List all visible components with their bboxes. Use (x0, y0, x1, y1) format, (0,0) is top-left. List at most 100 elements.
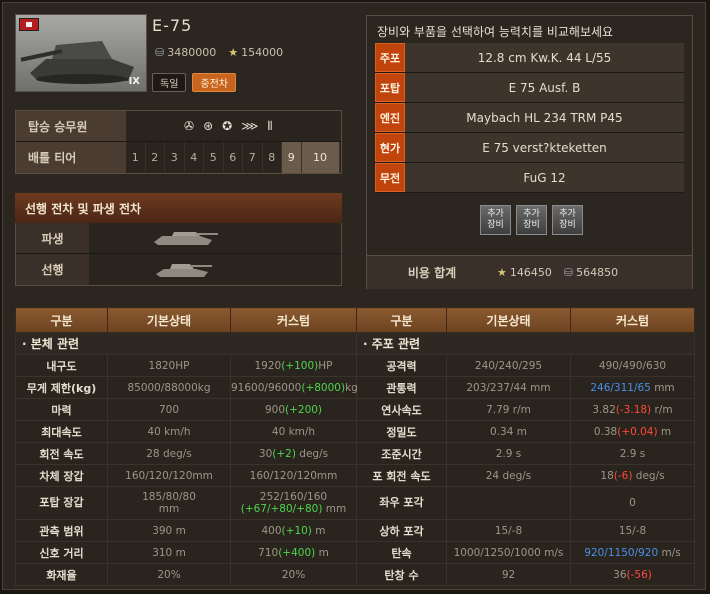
predecessor-tank-icon[interactable] (150, 261, 220, 279)
module-key: 포탑 (375, 73, 405, 102)
module-value[interactable]: E 75 verst?kteketten (405, 133, 684, 162)
module-row-gun[interactable]: 주포 12.8 cm Kw.K. 44 L/55 (375, 43, 684, 73)
stat-label: 조준시간 (356, 442, 447, 465)
tier-item: 5 (204, 142, 224, 173)
tier-item-active: 10 (301, 142, 340, 173)
col-category: 구분 (15, 307, 108, 333)
tier-list: 1 2 3 4 5 6 7 8 9 10 (126, 142, 341, 173)
stat-base: 1820HP (107, 354, 231, 377)
module-key: 주포 (375, 43, 405, 72)
module-row-turret[interactable]: 포탑 E 75 Ausf. B (375, 73, 684, 103)
stat-base: 92 (446, 563, 571, 586)
stat-label: 공격력 (356, 354, 447, 377)
stat-label: 회전 속도 (15, 442, 108, 465)
table-row: 무게 제한(kg) 85000/88000kg 91600/96000(+800… (15, 376, 695, 399)
stat-base: 24 deg/s (446, 464, 571, 487)
crew-icons: ✇ ⊛ ✪ ⋙ ⦀ (126, 119, 273, 134)
stat-base: 7.79 r/m (446, 398, 571, 421)
tier-item: 2 (146, 142, 165, 173)
table-row: 신호 거리 310 m 710(+400) m 탄속 1000/1250/100… (15, 541, 695, 564)
table-row: 화재율 20% 20% 탄창 수 92 36(-56) (15, 563, 695, 586)
table-row: 포탑 장갑 185/80/80 mm 252/160/160 (+67/+80/+8… (15, 486, 695, 520)
table-row: 최대속도 40 km/h 40 km/h 정밀도 0.34 m 0.38(+0.… (15, 420, 695, 443)
successor-label: 파생 (16, 223, 89, 253)
stat-label: 최대속도 (15, 420, 108, 443)
module-key: 무전 (375, 163, 405, 192)
stat-base: 20% (107, 563, 231, 586)
stat-base: 0.34 m (446, 420, 571, 443)
stats-header-row: 구분 기본상태 커스텀 구분 기본상태 커스텀 (15, 307, 695, 333)
stat-label: 무게 제한(kg) (15, 376, 108, 399)
add-equipment-button-1[interactable]: 추가 장비 (480, 205, 511, 235)
stat-label: 마력 (15, 398, 108, 421)
stat-base: 203/237/44 mm (446, 376, 571, 399)
gunner-icon: ⊛ (203, 118, 214, 133)
class-tag: 중전차 (192, 73, 237, 92)
module-value[interactable]: E 75 Ausf. B (405, 73, 684, 102)
xp-star-icon: ★ (228, 46, 239, 59)
tier-item-active: 9 (282, 142, 302, 173)
stat-label: 좌우 포각 (356, 486, 447, 520)
stat-base: 185/80/80 mm (107, 486, 231, 520)
table-row: 마력 700 900(+200) 연사속도 7.79 r/m 3.82(-3.1… (15, 398, 695, 421)
crew-tier-table: 탑승 승무원 ✇ ⊛ ✪ ⋙ ⦀ 배틀 티어 1 2 3 4 5 6 7 8 9 (15, 110, 342, 174)
module-value[interactable]: Maybach HL 234 TRM P45 (405, 103, 684, 132)
successor-tank-icon[interactable] (150, 229, 220, 247)
section-row: · 본체 관련 · 주포 관련 (15, 332, 695, 355)
tier-label: 배틀 티어 (16, 142, 126, 173)
module-value[interactable]: FuG 12 (405, 163, 684, 192)
stat-custom: 15/-8 (570, 519, 695, 542)
stat-label: 탄창 수 (356, 563, 447, 586)
stat-custom: 18(-6) deg/s (570, 464, 695, 487)
loader-icon: ⦀ (267, 118, 273, 133)
module-list: 주포 12.8 cm Kw.K. 44 L/55 포탑 E 75 Ausf. B… (375, 43, 684, 193)
tank-image: IX (15, 14, 147, 92)
predecessor-row: 선행 (16, 254, 341, 285)
module-row-engine[interactable]: 엔진 Maybach HL 234 TRM P45 (375, 103, 684, 133)
stat-custom: 36(-56) (570, 563, 695, 586)
stat-custom: 900(+200) (230, 398, 357, 421)
stat-label: 연사속도 (356, 398, 447, 421)
stat-base: 85000/88000kg (107, 376, 231, 399)
total-credits: 564850 (576, 266, 619, 279)
tank-price: ⛁ 3480000 ★ 154000 (155, 46, 283, 59)
stat-base: 160/120/120mm (107, 464, 231, 487)
module-value[interactable]: 12.8 cm Kw.K. 44 L/55 (405, 43, 684, 72)
commander-icon: ✇ (184, 118, 195, 133)
tier-item: 6 (224, 142, 243, 173)
stat-custom: 40 km/h (230, 420, 357, 443)
stat-base: 390 m (107, 519, 231, 542)
stat-base: 28 deg/s (107, 442, 231, 465)
stat-label: 포탑 장갑 (15, 486, 108, 520)
stat-custom: 20% (230, 563, 357, 586)
stat-custom: 920/1150/920 m/s (570, 541, 695, 564)
tank-name: E-75 (152, 16, 193, 35)
module-row-radio[interactable]: 무전 FuG 12 (375, 163, 684, 193)
stat-custom: 0.38(+0.04) m (570, 420, 695, 443)
col-base: 기본상태 (107, 307, 231, 333)
successor-row: 파생 (16, 223, 341, 254)
stat-base: 2.9 s (446, 442, 571, 465)
stat-custom: 400(+10) m (230, 519, 357, 542)
stat-custom: 710(+400) m (230, 541, 357, 564)
add-equipment-button-3[interactable]: 추가 장비 (552, 205, 583, 235)
crew-row: 탑승 승무원 ✇ ⊛ ✪ ⋙ ⦀ (16, 111, 341, 142)
stat-label: 차체 장갑 (15, 464, 108, 487)
tech-tree-table: 파생 선행 (15, 223, 342, 286)
stat-custom: 30(+2) deg/s (230, 442, 357, 465)
tier-item: 8 (263, 142, 282, 173)
module-row-suspension[interactable]: 현가 E 75 verst?kteketten (375, 133, 684, 163)
xp-star-icon: ★ (497, 266, 507, 279)
stat-label: 상하 포각 (356, 519, 447, 542)
tier-badge: IX (128, 76, 140, 87)
total-cost-row: 비용 합계 ★ 146450 ⛁ 564850 (367, 255, 692, 289)
stat-label: 화재율 (15, 563, 108, 586)
stat-custom: 246/311/65 mm (570, 376, 695, 399)
stat-custom: 490/490/630 (570, 354, 695, 377)
equipment-title: 장비와 부품을 선택하여 능력치를 비교해보세요 (377, 25, 614, 39)
stat-custom: 1920(+100)HP (230, 354, 357, 377)
module-key: 현가 (375, 133, 405, 162)
add-equipment-button-2[interactable]: 추가 장비 (516, 205, 547, 235)
crew-label: 탑승 승무원 (16, 111, 126, 141)
add-equipment-buttons: 추가 장비 추가 장비 추가 장비 (480, 205, 583, 235)
